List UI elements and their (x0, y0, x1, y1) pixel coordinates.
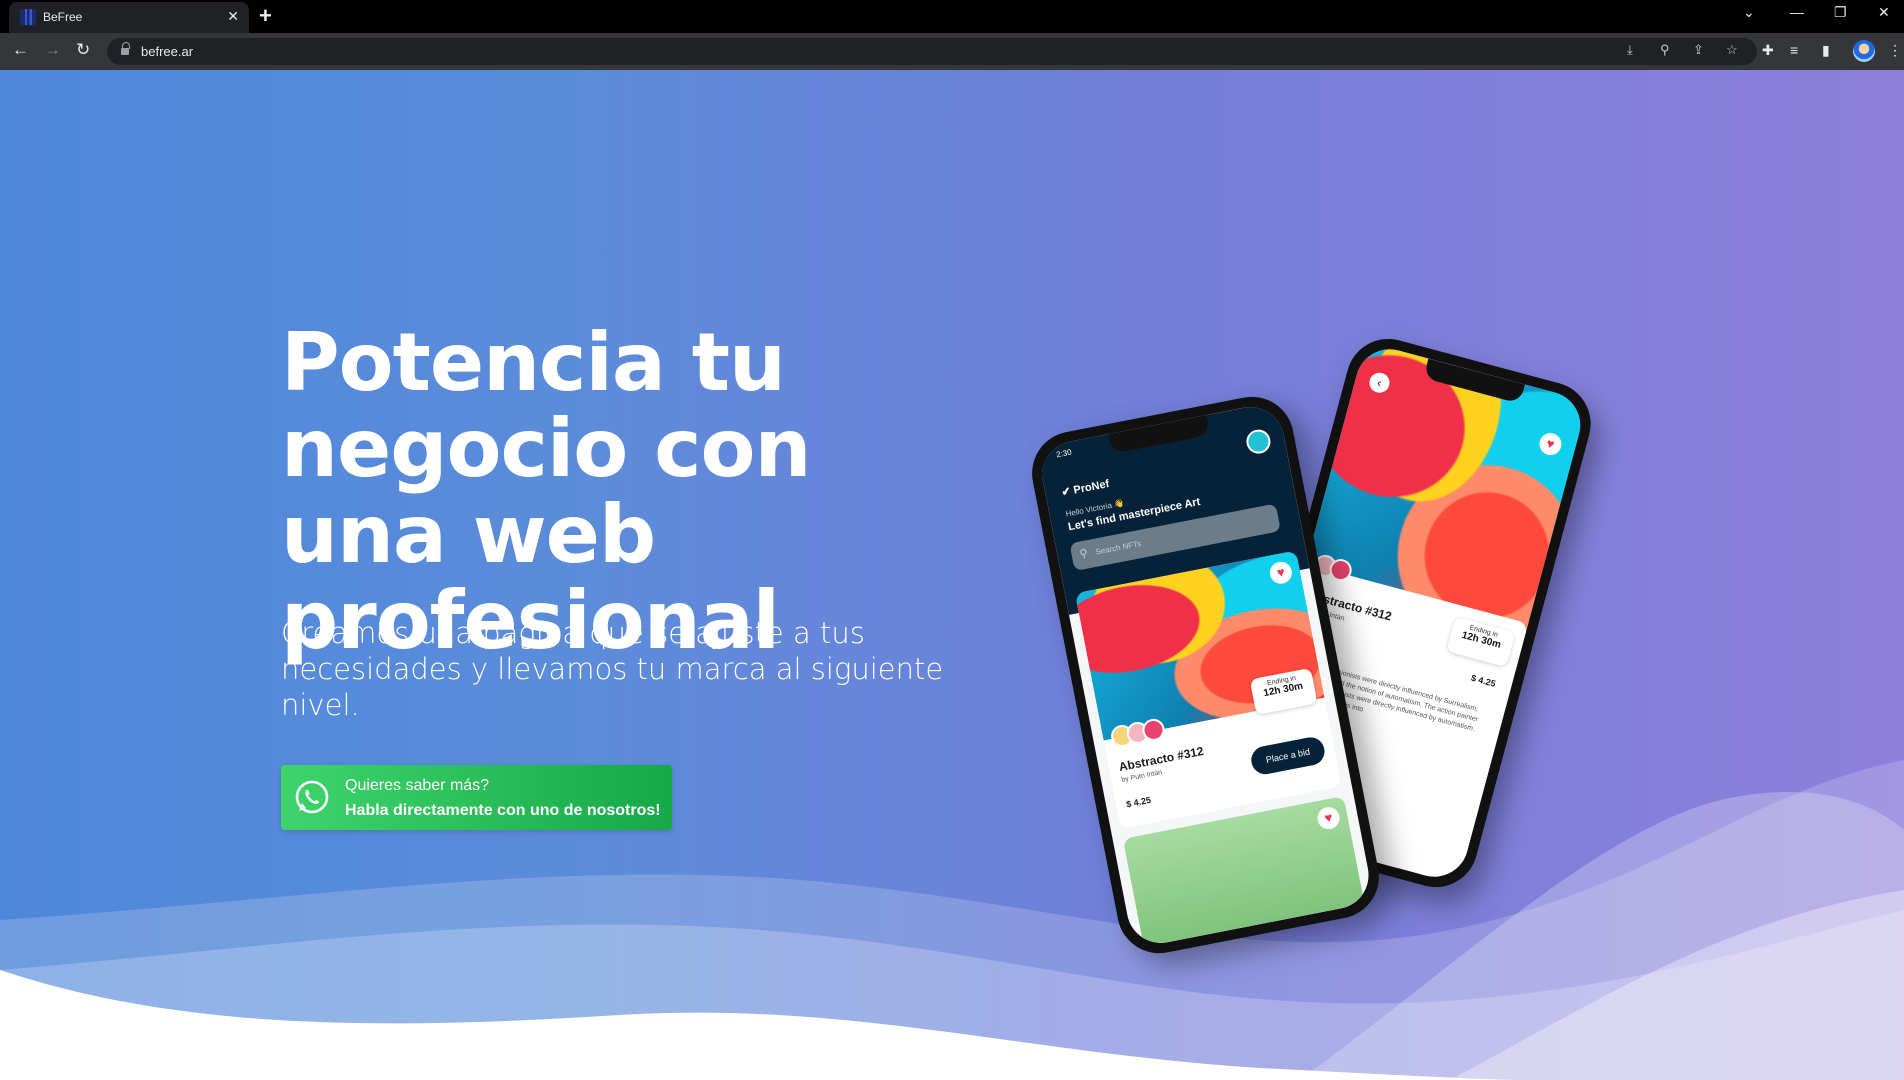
menu-kebab-icon[interactable]: ⋮ (1888, 42, 1902, 59)
detail-price-value: 4.25 (1477, 674, 1497, 689)
extensions-icon[interactable]: ✚ (1762, 42, 1774, 59)
reload-icon[interactable]: ↻ (76, 40, 90, 60)
app-brand-name: ProNef (1072, 477, 1111, 497)
zoom-icon[interactable]: ⚲ (1660, 42, 1670, 58)
browser-toolbar: ← → ↻ befree.ar ⤓ ⚲ ⇪ ☆ ✚ ≡ ▮ ⋮ (0, 33, 1904, 70)
new-tab-icon[interactable]: + (259, 3, 272, 29)
app-brand: ✔ ProNef (1060, 477, 1111, 499)
detail-price: $ 4.25 (1469, 672, 1497, 689)
restore-icon[interactable]: ❐ (1834, 4, 1847, 21)
app-search-placeholder: Search NFTs (1094, 538, 1142, 557)
search-icon: ⚲ (1078, 547, 1089, 561)
bookmark-star-icon[interactable]: ☆ (1726, 42, 1738, 58)
back-arrow-icon[interactable]: ← (12, 40, 29, 60)
close-tab-icon[interactable]: ✕ (227, 8, 239, 25)
befree-favicon-icon (20, 9, 36, 25)
whatsapp-cta-button[interactable]: Quieres saber más? Habla directamente co… (281, 765, 672, 830)
cta-action: Habla directamente con uno de nosotros! (345, 802, 661, 819)
forward-arrow-icon[interactable]: → (44, 40, 61, 60)
status-time: 2:30 (1055, 447, 1073, 460)
url-text[interactable]: befree.ar (141, 44, 193, 59)
profile-avatar[interactable] (1853, 40, 1875, 62)
nft-card-price-value: 4.25 (1132, 794, 1152, 808)
install-app-icon[interactable]: ⤓ (1627, 42, 1633, 58)
cta-question: Quieres saber más? (345, 777, 490, 794)
hero-subtext: Creamos una página que se ajuste a tus n… (281, 616, 944, 722)
media-control-icon[interactable]: ≡ (1790, 42, 1798, 58)
tab-search-icon[interactable]: ⌄ (1743, 4, 1755, 21)
browser-tab-bar: BeFree ✕ + ⌄ — ❐ ✕ (0, 0, 1904, 33)
hero-section: Potencia tu negocio con una web profesio… (0, 70, 1904, 1080)
tab-title: BeFree (43, 10, 83, 24)
user-avatar[interactable] (1244, 427, 1273, 456)
nft-card-price: $ 4.25 (1125, 794, 1152, 810)
hero-headline: Potencia tu negocio con una web profesio… (281, 316, 811, 667)
share-icon[interactable]: ⇪ (1693, 42, 1704, 58)
nft-card[interactable]: ♥ Ending in 12h 30m Abstracto #312 by Pu… (1075, 550, 1342, 829)
minimize-icon[interactable]: — (1790, 4, 1804, 20)
close-window-icon[interactable]: ✕ (1878, 4, 1890, 21)
address-bar[interactable]: befree.ar ⤓ ⚲ ⇪ ☆ (107, 38, 1757, 65)
lock-icon[interactable] (121, 42, 130, 56)
browser-tab[interactable]: BeFree ✕ (9, 2, 249, 33)
side-panel-icon[interactable]: ▮ (1822, 42, 1830, 59)
place-bid-button[interactable]: Place a bid (1248, 734, 1327, 777)
ending-timer: Ending in 12h 30m (1446, 616, 1516, 668)
whatsapp-icon (295, 780, 329, 814)
